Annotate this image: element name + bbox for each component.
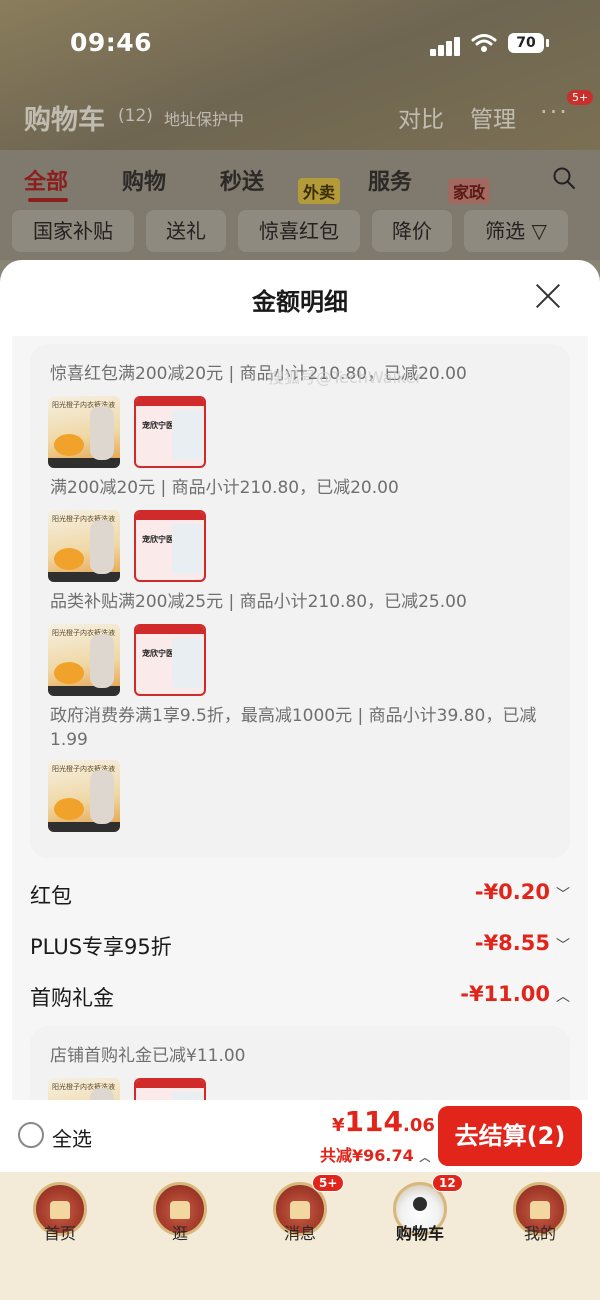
chevron-up-icon: ︿ (419, 1151, 431, 1164)
redpacket-value: -¥0.20 (474, 880, 550, 904)
product-thumbnail[interactable]: 阳光橙子内衣裤洗液 (48, 1078, 120, 1100)
currency-symbol: ¥ (332, 1115, 345, 1136)
tab-express[interactable]: 秒送 (220, 164, 264, 196)
tab-active-indicator (28, 198, 68, 202)
cart-title: 购物车 (24, 105, 105, 136)
sheet-title: 金额明细 (252, 288, 348, 316)
message-badge: 5+ (567, 90, 594, 105)
plus-discount-label: PLUS专享95折 (30, 935, 172, 959)
filter-chips: 国家补贴 送礼 惊喜红包 降价 筛选 ▽ (12, 210, 588, 252)
nav-explore-label: 逛 (171, 1224, 188, 1243)
address-protection[interactable]: 地址保护中 (164, 106, 244, 130)
plus-discount-value: -¥8.55 (474, 931, 550, 955)
messages-badge: 5+ (312, 1174, 345, 1192)
sheet-body: 惊喜红包满200减20元 | 商品小计210.80，已减20.00 搜狐号@Te… (12, 336, 588, 1100)
total-price: ¥114.06 (332, 1105, 435, 1138)
tab-all[interactable]: 全部 (24, 164, 68, 196)
checkout-button[interactable]: 去结算(2) (438, 1106, 582, 1166)
total-integer: 114 (344, 1105, 403, 1138)
wifi-icon (471, 34, 497, 52)
nav-messages[interactable]: 5+ 消息 (240, 1172, 360, 1300)
close-icon[interactable] (534, 282, 562, 310)
select-all-label[interactable]: 全选 (52, 1123, 92, 1152)
search-icon[interactable] (552, 166, 576, 190)
promo-line: 品类补贴满200减25元 | 商品小计210.80，已减25.00 (50, 592, 467, 612)
product-thumbnail[interactable]: 阳光橙子内衣裤洗液 (48, 624, 120, 696)
cart-count: (12) (118, 106, 153, 126)
chevron-down-icon[interactable]: ﹀ (556, 884, 570, 904)
cart-filter-area: 全部 购物 秒送 外卖 服务 家政 国家补贴 送礼 惊喜红包 降价 筛选 ▽ (0, 150, 600, 260)
chip-national-subsidy[interactable]: 国家补贴 (12, 210, 134, 252)
cart-badge: 12 (432, 1174, 463, 1192)
manage-button[interactable]: 管理 (470, 100, 516, 134)
cellular-signal-icon (430, 36, 462, 56)
promo-line: 满200减20元 | 商品小计210.80，已减20.00 (50, 478, 399, 498)
product-thumbnail[interactable]: 阳光橙子内衣裤洗液 (48, 760, 120, 832)
chevron-up-icon[interactable]: ︿ (556, 986, 570, 1006)
checkout-bar: 全选 ¥114.06 共减¥96.74 ︿ 去结算(2) (0, 1100, 600, 1172)
amount-detail-sheet: 金额明细 惊喜红包满200减20元 | 商品小计210.80，已减20.00 搜… (0, 260, 600, 1100)
first-purchase-gift-value: -¥11.00 (460, 982, 550, 1006)
redpacket-label: 红包 (30, 884, 72, 908)
nav-explore[interactable]: 逛 (120, 1172, 240, 1300)
nav-home-label: 首页 (43, 1224, 76, 1243)
product-thumbnail[interactable]: 阳光橙子内衣裤洗液 (48, 396, 120, 468)
total-decimal: .06 (402, 1115, 435, 1136)
nav-cart[interactable]: 12 购物车 (360, 1172, 480, 1300)
more-icon[interactable]: ··· (540, 98, 569, 126)
product-thumbnail[interactable]: 宠欣宁医美菜丹 (134, 396, 206, 468)
battery-icon: 70 (508, 33, 549, 53)
bottom-nav: 首页 逛 5+ 消息 12 购物车 我的 (0, 1172, 600, 1300)
nav-messages-label: 消息 (283, 1224, 316, 1243)
plus-discount-row[interactable]: PLUS专享95折 -¥8.55 ﹀ (30, 927, 570, 963)
chevron-down-icon[interactable]: ﹀ (556, 935, 570, 955)
status-bar: 09:46 70 (0, 28, 600, 64)
chip-filter[interactable]: 筛选 ▽ (464, 210, 568, 252)
promotion-card: 惊喜红包满200减20元 | 商品小计210.80，已减20.00 搜狐号@Te… (30, 344, 570, 858)
watermark: 搜狐号@TechWalker (268, 368, 423, 387)
housekeeping-tag: 家政 (448, 178, 491, 204)
compare-button[interactable]: 对比 (398, 100, 444, 134)
product-thumbnail[interactable]: 宠欣宁医美菜丹 (134, 624, 206, 696)
total-saved[interactable]: 共减¥96.74 ︿ (320, 1142, 430, 1166)
filter-icon: ▽ (531, 219, 547, 243)
tab-service[interactable]: 服务 (368, 164, 412, 196)
first-purchase-gift-row[interactable]: 首购礼金 -¥11.00 ︿ (30, 978, 570, 1014)
saved-amount: 共减¥96.74 (320, 1146, 414, 1165)
chip-price-drop[interactable]: 降价 (372, 210, 452, 252)
product-thumbnail[interactable]: 阳光橙子内衣裤洗液 (48, 510, 120, 582)
product-thumbnail[interactable]: 宠欣宁医美菜丹 (134, 1078, 206, 1100)
cart-page-header-background: 09:46 70 购物车 (12) 地址保护中 对比 管理 ··· 5+ (0, 0, 600, 150)
nav-me[interactable]: 我的 (480, 1172, 600, 1300)
product-thumbnail[interactable]: 宠欣宁医美菜丹 (134, 510, 206, 582)
nav-me-label: 我的 (523, 1224, 556, 1243)
chip-surprise-redpacket[interactable]: 惊喜红包 (238, 210, 360, 252)
gift-detail-card: 店铺首购礼金已减¥11.00 阳光橙子内衣裤洗液 宠欣宁医美菜丹 (30, 1026, 570, 1100)
takeout-tag: 外卖 (298, 178, 341, 204)
chip-filter-label: 筛选 (485, 219, 526, 243)
gift-note: 店铺首购礼金已减¥11.00 (50, 1046, 246, 1066)
nav-cart-label: 购物车 (395, 1224, 444, 1243)
first-purchase-gift-label: 首购礼金 (30, 986, 114, 1010)
chip-gift[interactable]: 送礼 (146, 210, 226, 252)
promo-line: 政府消费券满1享9.5折，最高减1000元 | 商品小计39.80，已减1.99 (50, 706, 537, 750)
tab-shopping[interactable]: 购物 (122, 164, 166, 196)
status-time: 09:46 (70, 28, 153, 57)
nav-home[interactable]: 首页 (0, 1172, 120, 1300)
redpacket-row[interactable]: 红包 -¥0.20 ﹀ (30, 876, 570, 912)
select-all-checkbox[interactable] (18, 1122, 44, 1148)
cart-header: 购物车 (12) 地址保护中 对比 管理 ··· 5+ (24, 90, 594, 138)
cart-tabs: 全部 购物 秒送 外卖 服务 家政 (24, 164, 584, 204)
